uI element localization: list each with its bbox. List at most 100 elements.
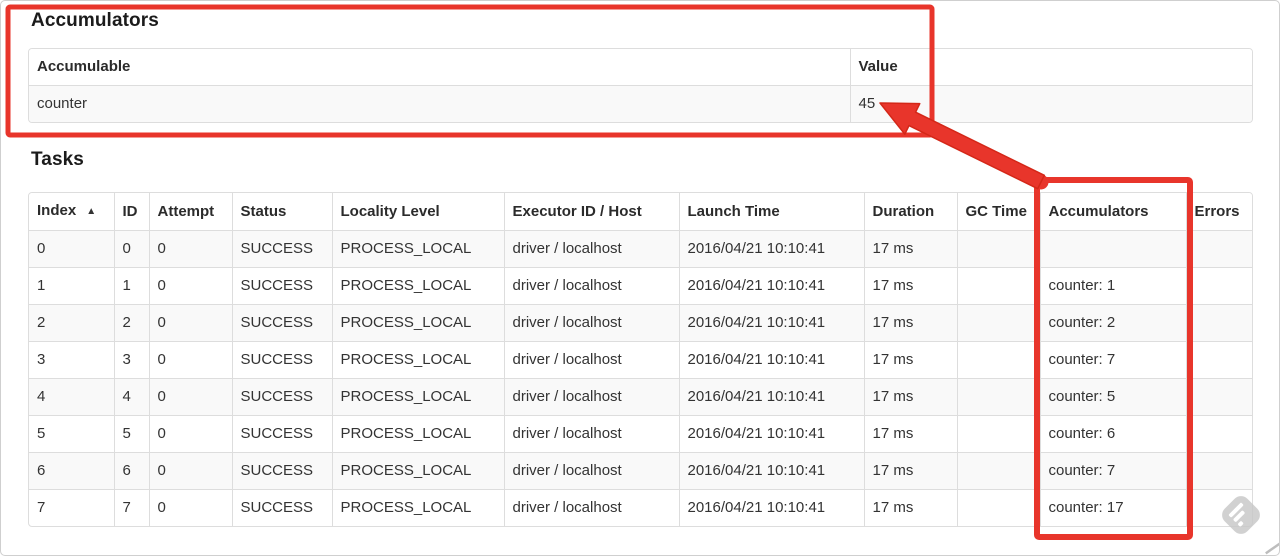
- table-cell: driver / localhost: [503, 230, 679, 268]
- table-cell: SUCCESS: [231, 267, 332, 305]
- table-cell: SUCCESS: [231, 415, 332, 453]
- table-cell: 2016/04/21 10:10:41: [678, 230, 864, 268]
- table-cell: 5: [113, 415, 149, 453]
- table-cell: 6: [29, 452, 114, 490]
- table-cell: [956, 267, 1040, 305]
- sort-ascending-icon: ▲: [86, 206, 97, 217]
- table-row: 4 4 0 SUCCESS PROCESS_LOCAL driver / localhos…: [29, 378, 1252, 416]
- corner-mark: [1265, 541, 1279, 555]
- table-cell: counter: 2: [1039, 304, 1186, 342]
- table-cell: 2016/04/21 10:10:41: [678, 304, 864, 342]
- table-cell: [956, 378, 1040, 416]
- table-cell: [1185, 230, 1252, 268]
- table-cell: 4: [113, 378, 149, 416]
- table-cell: 17 ms: [863, 230, 957, 268]
- table-cell: 7: [37, 499, 46, 516]
- table-row: counter 45: [29, 85, 1252, 122]
- table-header-row: Index ▲ ID Attempt Status Locality Level …: [29, 193, 1252, 231]
- column-header-accumulators[interactable]: Accumulators: [1039, 193, 1186, 231]
- table-cell: 17 ms: [863, 489, 957, 526]
- table-cell: counter: 5: [1039, 378, 1186, 416]
- table-cell: 0: [148, 230, 232, 268]
- table-cell: counter: 7: [1039, 341, 1186, 379]
- table-cell: PROCESS_LOCAL: [331, 267, 504, 305]
- table-cell: 17 ms: [863, 304, 957, 342]
- column-header-attempt[interactable]: Attempt: [148, 193, 232, 231]
- table-cell: 0: [148, 267, 232, 305]
- table-row: 0 0 0 SUCCESS PROCESS_LOCAL driver / localhos…: [29, 230, 1252, 268]
- table-cell: PROCESS_LOCAL: [331, 341, 504, 379]
- table-cell: 0: [29, 230, 114, 268]
- table-cell: [1185, 489, 1252, 526]
- table-cell: 0: [148, 304, 232, 342]
- table-cell: [956, 341, 1040, 379]
- accumulators-table: Accumulable Value counter 45: [28, 48, 1253, 123]
- table-cell: counter: 17: [1039, 489, 1186, 526]
- table-cell: SUCCESS: [231, 341, 332, 379]
- table-cell: 1: [113, 267, 149, 305]
- table-cell: driver / localhost: [503, 267, 679, 305]
- table-cell: 0: [148, 415, 232, 453]
- table-cell: SUCCESS: [231, 304, 332, 342]
- table-cell: PROCESS_LOCAL: [331, 489, 504, 526]
- column-header-gc-time[interactable]: GC Time: [956, 193, 1040, 231]
- table-cell: SUCCESS: [231, 378, 332, 416]
- table-cell: 2016/04/21 10:10:41: [678, 267, 864, 305]
- spark-ui-stage-page: Accumulators Accumulable Value counter 45…: [0, 0, 1280, 556]
- table-row: 3 3 0 SUCCESS PROCESS_LOCAL driver / localhos…: [29, 341, 1252, 379]
- column-header-accumulable: Accumulable: [29, 49, 850, 86]
- column-header-status[interactable]: Status: [231, 193, 332, 231]
- table-cell: 0: [113, 230, 149, 268]
- column-header-duration[interactable]: Duration: [863, 193, 957, 231]
- table-cell: [1039, 230, 1186, 268]
- table-cell: SUCCESS: [231, 230, 332, 268]
- column-header-value: Value: [849, 49, 1252, 86]
- table-cell: driver / localhost: [503, 452, 679, 490]
- column-header-executor[interactable]: Executor ID / Host: [503, 193, 679, 231]
- column-header-index-label: Index: [37, 202, 77, 219]
- column-header-errors[interactable]: Errors: [1185, 193, 1252, 231]
- table-cell: 7: [113, 489, 149, 526]
- table-cell: [1185, 341, 1252, 379]
- table-cell: driver / localhost: [503, 304, 679, 342]
- table-cell: [1185, 378, 1252, 416]
- table-cell: 2016/04/21 10:10:41: [678, 415, 864, 453]
- table-cell: 2: [113, 304, 149, 342]
- table-cell: 17 ms: [863, 452, 957, 490]
- table-cell: 2: [29, 304, 114, 342]
- table-cell: [1185, 415, 1252, 453]
- table-cell: 4: [29, 378, 114, 416]
- table-cell: 5: [37, 425, 46, 442]
- table-cell: 0: [148, 489, 232, 526]
- column-header-locality[interactable]: Locality Level: [331, 193, 504, 231]
- table-cell: 3: [113, 341, 149, 379]
- table-cell: driver / localhost: [503, 489, 679, 526]
- column-header-id[interactable]: ID: [113, 193, 149, 231]
- table-cell: PROCESS_LOCAL: [331, 452, 504, 490]
- accumulators-section-heading: Accumulators: [31, 10, 159, 31]
- tasks-section-heading: Tasks: [31, 149, 84, 170]
- table-cell: 0: [148, 378, 232, 416]
- table-cell: 0: [148, 452, 232, 490]
- table-cell: counter: 7: [1039, 452, 1186, 490]
- table-cell: PROCESS_LOCAL: [331, 415, 504, 453]
- table-cell: 2016/04/21 10:10:41: [678, 378, 864, 416]
- table-header-row: Accumulable Value: [29, 49, 1252, 86]
- table-cell: SUCCESS: [231, 489, 332, 526]
- table-cell: 0: [148, 341, 232, 379]
- table-cell: [956, 415, 1040, 453]
- column-header-index[interactable]: Index ▲: [29, 193, 114, 231]
- table-cell: driver / localhost: [503, 378, 679, 416]
- table-cell: [1185, 267, 1252, 305]
- table-cell: driver / localhost: [503, 415, 679, 453]
- table-row: 6 6 0 SUCCESS PROCESS_LOCAL driver / localhos…: [29, 452, 1252, 490]
- table-cell: 6: [113, 452, 149, 490]
- table-cell: driver / localhost: [503, 341, 679, 379]
- table-cell: [956, 452, 1040, 490]
- column-header-launch-time[interactable]: Launch Time: [678, 193, 864, 231]
- table-cell: 2016/04/21 10:10:41: [678, 452, 864, 490]
- table-cell: [956, 304, 1040, 342]
- table-cell: 17 ms: [863, 267, 957, 305]
- table-cell: [956, 230, 1040, 268]
- table-cell: 17 ms: [863, 341, 957, 379]
